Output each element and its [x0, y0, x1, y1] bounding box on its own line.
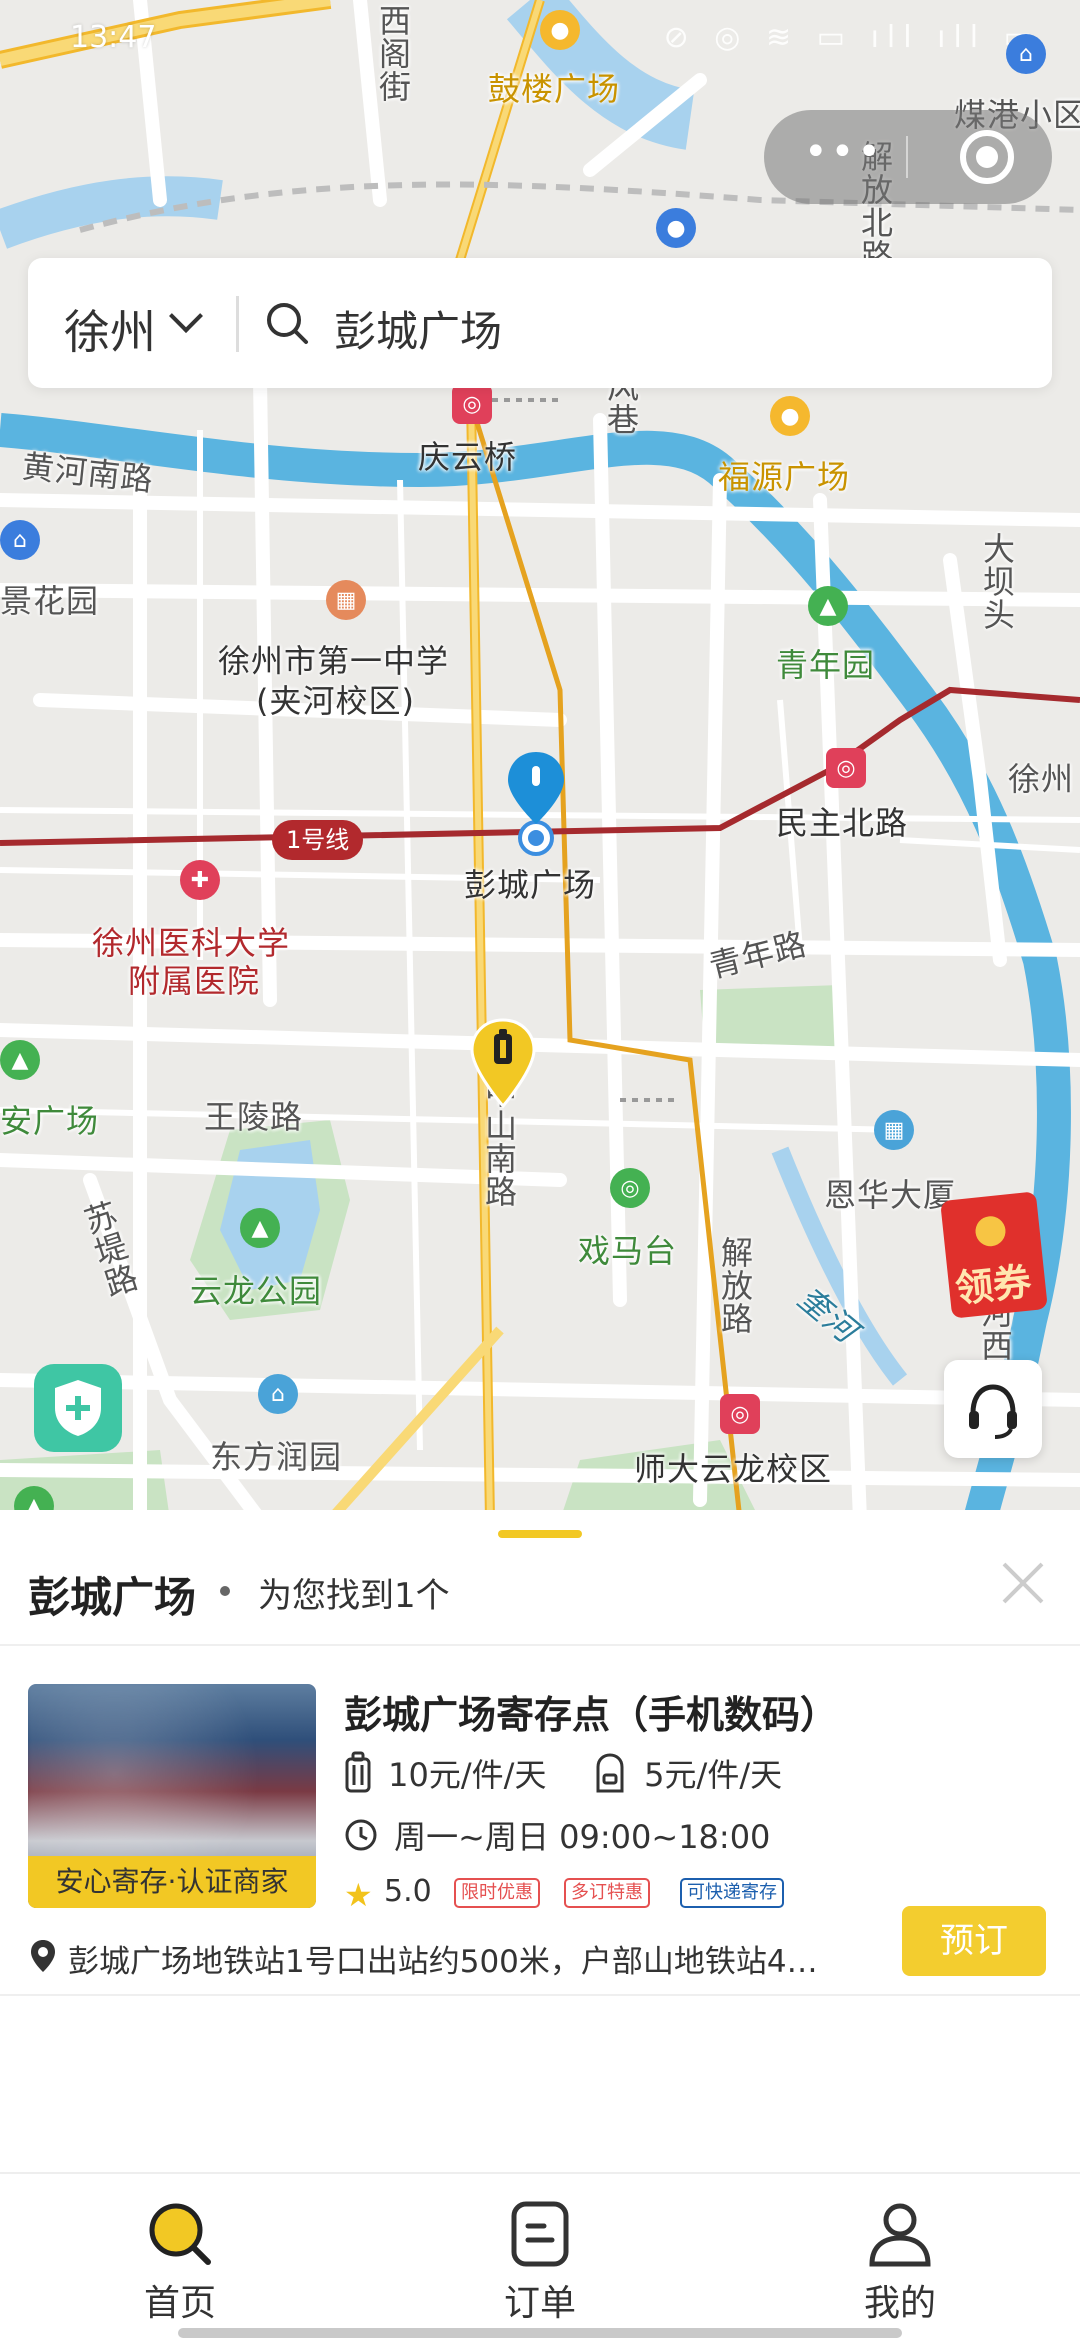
- suitcase-icon: [345, 1751, 371, 1793]
- headset-icon: [969, 1384, 1017, 1439]
- result-sheet: 彭城广场 为您找到1个 安心寄存·认证商家 彭城广场寄存点（手机数码） 10元/…: [0, 1510, 1080, 2172]
- map-label-gulou: 鼓楼广场: [488, 70, 621, 108]
- card-divider: [0, 1994, 1080, 1996]
- map-label-jinghua: 景花园: [0, 582, 100, 620]
- separator-dot: [220, 1586, 230, 1596]
- miniprogram-capsule: •••: [764, 110, 1052, 204]
- residence-icon-3[interactable]: ⌂: [0, 520, 40, 560]
- store-title: 彭城广场寄存点（手机数码）: [344, 1693, 839, 1737]
- metro-station-icon-3[interactable]: ◎: [720, 1394, 760, 1434]
- map-label-wangling: 王陵路: [204, 1098, 304, 1136]
- rating-score: 5.0: [384, 1874, 432, 1909]
- person-icon: [869, 2203, 931, 2267]
- location-pin-icon: [31, 1940, 55, 1972]
- scenic-icon[interactable]: ◎: [610, 1168, 650, 1208]
- order-icon: [511, 2201, 569, 2267]
- coupon-label: 领券: [953, 1259, 1034, 1312]
- clock-icon: [345, 1819, 377, 1851]
- school-icon[interactable]: ▦: [326, 580, 366, 620]
- tab-profile-label: 我的: [863, 2283, 936, 2324]
- map-label-minzhu: 民主北路: [776, 804, 909, 842]
- storage-card[interactable]: 安心寄存·认证商家 彭城广场寄存点（手机数码） 10元/件/天 5元/件/天 周…: [0, 1646, 1080, 1986]
- storage-point-pin-icon[interactable]: [468, 1018, 538, 1110]
- map-label-xige: 西阁街: [374, 4, 412, 103]
- tag-multi-order: 多订特惠: [564, 1878, 650, 1908]
- map-label-yunlong: 云龙公园: [190, 1272, 323, 1310]
- search-icon: [149, 2203, 211, 2265]
- opening-hours: 周一~周日 09:00~18:00: [344, 1812, 770, 1858]
- building-icon[interactable]: ▦: [874, 1110, 914, 1150]
- map-label-qingnianyuan: 青年园: [776, 646, 876, 684]
- result-count-text: 为您找到1个: [258, 1576, 450, 1616]
- map-view[interactable]: 13:47 ⊘ ◎ ≋ ▭ ıll ıll ▭ ● ● ⌂ ◎ ● ▦ ▲ ◎ …: [0, 0, 1080, 1520]
- map-label-dongfang: 东方润园: [210, 1438, 343, 1476]
- map-label-dabatou: 大坝头: [978, 532, 1016, 631]
- capsule-divider: [906, 136, 908, 178]
- chevron-down-icon[interactable]: [169, 299, 203, 333]
- book-button[interactable]: 预订: [902, 1906, 1046, 1976]
- backpack-icon: [596, 1753, 624, 1793]
- red-envelope-icon: 领券: [940, 1191, 1048, 1319]
- coupon-button[interactable]: 领券: [940, 1186, 1052, 1320]
- close-miniprogram-icon[interactable]: [960, 130, 1014, 184]
- map-label-enhua: 恩华大厦: [824, 1176, 957, 1214]
- map-label-hospital-2: 附属医院: [128, 962, 261, 1000]
- map-label-shida: 师大云龙校区: [634, 1450, 833, 1488]
- map-label-fuyuan: 福源广场: [718, 458, 851, 496]
- map-label-jiefang-south: 解放路: [716, 1236, 754, 1335]
- map-label-anguangchang: 安广场: [0, 1102, 100, 1140]
- city-selector[interactable]: 徐州: [64, 296, 156, 362]
- home-indicator: [178, 2328, 902, 2338]
- close-icon[interactable]: [1000, 1560, 1046, 1606]
- small-price-text: 5元/件/天: [644, 1756, 783, 1794]
- tag-limited-offer: 限时优惠: [454, 1878, 540, 1908]
- metro-station-icon[interactable]: ◎: [452, 384, 492, 424]
- tab-orders-label: 订单: [503, 2283, 576, 2324]
- map-label-xuzhou: 徐州: [1008, 760, 1075, 798]
- map-label-qingyunqiao: 庆云桥: [418, 438, 518, 476]
- residence-icon[interactable]: ⌂: [1006, 34, 1046, 74]
- map-label-ximatai: 戏马台: [578, 1232, 678, 1270]
- map-label-yizhong-sub: (夹河校区): [256, 682, 415, 720]
- search-location-pin-icon[interactable]: [506, 748, 578, 858]
- certified-badge: 安心寄存·认证商家: [28, 1856, 316, 1908]
- star-icon: ★: [344, 1876, 373, 1914]
- safety-shield-button[interactable]: [34, 1364, 122, 1452]
- more-menu-icon[interactable]: •••: [804, 132, 884, 172]
- mall-icon[interactable]: ●: [540, 10, 580, 50]
- customer-service-button[interactable]: [944, 1360, 1042, 1458]
- hospital-icon[interactable]: ✚: [180, 860, 220, 900]
- park-icon[interactable]: ▲: [808, 586, 848, 626]
- search-input[interactable]: 彭城广场: [334, 298, 502, 359]
- metro-line-badge: 1号线: [272, 820, 364, 860]
- hours-text: 周一~周日 09:00~18:00: [394, 1818, 771, 1856]
- tab-home[interactable]: 首页: [0, 2174, 360, 2340]
- search-divider: [236, 296, 239, 352]
- residence-icon-2[interactable]: ⌂: [258, 1374, 298, 1414]
- shield-icon: [55, 1380, 101, 1436]
- metro-station-icon-2[interactable]: ◎: [826, 748, 866, 788]
- tab-orders[interactable]: 订单: [360, 2174, 720, 2340]
- train-station-icon[interactable]: ●: [656, 208, 696, 248]
- search-icon: [267, 303, 308, 344]
- address-text: 彭城广场地铁站1号口出站约500米，户部山地铁站4…: [68, 1944, 818, 1980]
- mall-icon-2[interactable]: ●: [770, 396, 810, 436]
- envelope-seal: [974, 1214, 1007, 1248]
- large-luggage-price: 10元/件/天: [344, 1750, 546, 1796]
- map-label-pengcheng: 彭城广场: [464, 866, 597, 904]
- large-price-text: 10元/件/天: [388, 1756, 547, 1794]
- park-icon-3[interactable]: ▲: [240, 1208, 280, 1248]
- search-bar: 徐州 彭城广场: [28, 258, 1052, 388]
- status-icons: ⊘ ◎ ≋ ▭ ıll ıll ▭: [663, 20, 1040, 55]
- sheet-drag-handle[interactable]: [498, 1530, 582, 1538]
- tag-express-storage: 可快递寄存: [680, 1878, 784, 1908]
- bottom-tab-bar: 首页 订单 我的: [0, 2172, 1080, 2340]
- tab-profile[interactable]: 我的: [720, 2174, 1080, 2340]
- small-luggage-price: 5元/件/天: [592, 1750, 782, 1796]
- tab-home-label: 首页: [143, 2283, 216, 2324]
- result-place-name: 彭城广场: [28, 1573, 197, 1622]
- status-time: 13:47: [70, 20, 157, 55]
- park-icon-2[interactable]: ▲: [0, 1040, 40, 1080]
